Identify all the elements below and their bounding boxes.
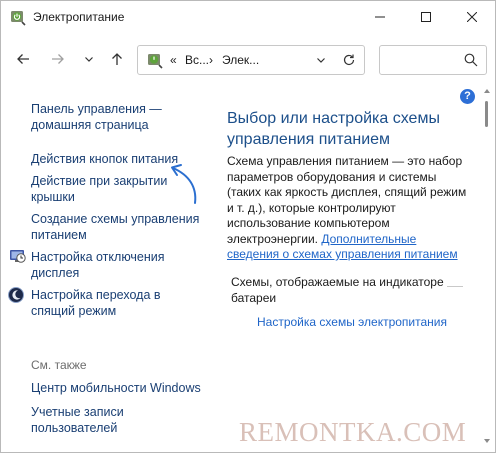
page-title: Выбор или настройка схемы управления пит… <box>227 108 440 150</box>
description-line: использование компьютером <box>227 216 390 230</box>
chevron-down-icon <box>85 57 93 62</box>
maximize-icon <box>421 12 431 22</box>
sidebar-item-label: домашняя страница <box>31 118 149 132</box>
search-input[interactable] <box>379 45 487 75</box>
sidebar-item-label: Учетные записи <box>31 405 124 419</box>
page-title-line: Выбор или настройка схемы <box>227 110 440 127</box>
more-info-link[interactable]: Дополнительные <box>321 232 416 246</box>
description-line: и т. д.), которые контролируют <box>227 200 396 215</box>
sidebar-item-create-plan[interactable]: Создание схемы управления питанием <box>31 211 199 243</box>
sidebar-item-label: Центр мобильности Windows <box>31 381 201 395</box>
recent-locations-button[interactable] <box>77 47 101 71</box>
sleep-moon-icon <box>7 286 25 304</box>
watermark: REMONTKA.COM <box>239 417 467 447</box>
scroll-up-arrow-icon[interactable] <box>483 87 491 95</box>
description-line: (таких как яркость дисплея, спящий режим <box>227 185 467 199</box>
scroll-down-arrow-icon[interactable] <box>483 437 491 445</box>
page-description: Схема управления питанием — это набор па… <box>227 154 475 263</box>
minimize-icon <box>375 16 385 18</box>
sidebar-item-label: Действие при закрытии <box>31 174 168 188</box>
sidebar-item-label: Действия кнопок питания <box>31 152 179 166</box>
up-button[interactable] <box>105 47 129 71</box>
sidebar-item-label: Создание схемы управления <box>31 212 200 226</box>
address-overflow[interactable]: « <box>170 53 177 67</box>
display-timer-icon <box>9 247 27 265</box>
address-separator: › <box>209 53 213 67</box>
arrow-up-icon <box>112 53 122 65</box>
plans-heading-line: Схемы, отображаемые на индикаторе <box>231 275 444 289</box>
sidebar-item-label: пользователей <box>31 421 118 435</box>
sidebar-item-label: питанием <box>31 228 87 242</box>
see-also-heading: См. также <box>31 358 87 372</box>
sidebar-item-label: Настройка перехода в <box>31 288 161 302</box>
close-button[interactable] <box>449 1 495 33</box>
sidebar-item-mobility-center[interactable]: Центр мобильности Windows <box>31 380 201 396</box>
address-bar[interactable]: « Вс... › Элек... <box>137 45 365 75</box>
sidebar-item-label: Панель управления — <box>31 102 162 116</box>
navigation-bar: « Вс... › Элек... <box>1 41 495 77</box>
title-bar: Электропитание <box>1 1 495 33</box>
change-plan-settings-link[interactable]: Настройка схемы электропитания <box>257 315 447 329</box>
forward-button[interactable] <box>46 47 70 71</box>
help-button[interactable]: ? <box>460 89 475 104</box>
sidebar-item-sleep[interactable]: Настройка перехода в спящий режим <box>31 287 161 319</box>
maximize-button[interactable] <box>403 1 449 33</box>
battery-meter-plans-heading: Схемы, отображаемые на индикаторе батаре… <box>231 275 444 306</box>
window-title: Электропитание <box>33 10 125 24</box>
sidebar-item-lid-close[interactable]: Действие при закрытии крышки <box>31 173 167 205</box>
sidebar-item-label: дисплея <box>31 266 80 280</box>
refresh-icon <box>343 54 355 66</box>
sidebar-item-power-buttons[interactable]: Действия кнопок питания <box>31 151 178 167</box>
sidebar-item-label: Настройка отключения <box>31 250 165 264</box>
sidebar-item-control-panel-home[interactable]: Панель управления — домашняя страница <box>31 101 162 133</box>
more-info-link[interactable]: сведения о схемах управления питанием <box>227 247 458 261</box>
back-button[interactable] <box>11 47 35 71</box>
annotation-arrow-icon <box>171 164 197 204</box>
close-icon <box>467 12 477 22</box>
address-dropdown-button[interactable] <box>312 51 330 69</box>
search-icon <box>464 53 478 67</box>
page-title-line: управления питанием <box>227 131 391 148</box>
control-panel-icon <box>146 51 164 69</box>
address-segment-power[interactable]: Элек... <box>222 53 259 67</box>
plans-heading-line: батареи <box>231 290 277 305</box>
description-line: Схема управления питанием — это набор <box>227 154 463 168</box>
scrollbar-thumb[interactable] <box>485 101 488 127</box>
control-panel-window: Электропитание « Вс... › Элек... Панель … <box>0 0 496 453</box>
sidebar-item-display-off[interactable]: Настройка отключения дисплея <box>31 249 165 281</box>
sidebar-item-label: спящий режим <box>31 304 117 318</box>
power-options-app-icon <box>9 8 27 26</box>
minimize-button[interactable] <box>357 1 403 33</box>
refresh-button[interactable] <box>340 51 358 69</box>
arrow-right-icon <box>52 54 64 64</box>
chevron-down-icon <box>317 58 325 63</box>
arrow-left-icon <box>17 54 29 64</box>
sidebar-item-label: крышки <box>31 190 75 204</box>
section-divider <box>447 286 463 287</box>
sidebar-item-user-accounts[interactable]: Учетные записи пользователей <box>31 404 124 436</box>
description-line: сведения о схемах управления питанием <box>227 247 475 263</box>
description-text: электроэнергии. <box>227 231 318 246</box>
address-segment-all[interactable]: Вс... <box>185 53 209 67</box>
description-line: параметров оборудования и системы <box>227 169 437 184</box>
description-line: электроэнергии. Дополнительные <box>227 232 475 248</box>
